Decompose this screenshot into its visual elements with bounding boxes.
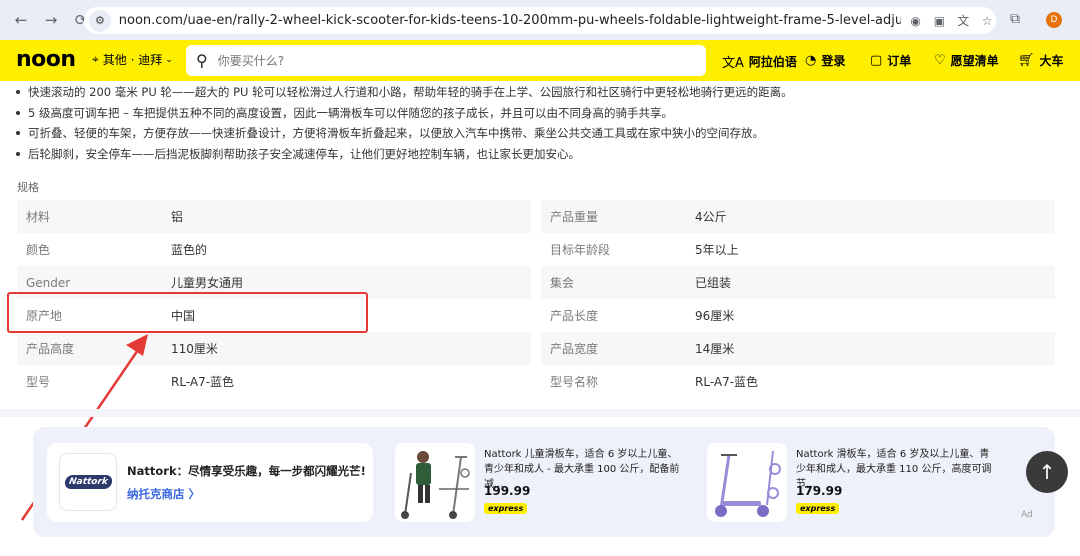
table-row: 颜色 蓝色的 <box>17 233 531 266</box>
table-row: 产品宽度 14厘米 <box>541 332 1055 365</box>
feature-list: 快速滚动的 200 毫米 PU 轮——超大的 PU 轮可以轻松滑过人行道和小路，… <box>16 82 1066 164</box>
translate-icon[interactable]: 文 <box>954 12 972 29</box>
extensions-icon[interactable]: ⧉ <box>1010 11 1020 27</box>
spec-key: 型号名称 <box>550 375 599 389</box>
language-label: 阿拉伯语 <box>748 55 797 69</box>
spec-value: RL-A7-蓝色 <box>171 375 235 389</box>
search-bar: ⚲ <box>186 45 706 76</box>
scroll-to-top-button[interactable]: ↑ <box>1026 451 1068 493</box>
ad-label: Ad <box>1021 510 1033 520</box>
section-divider <box>0 409 1080 417</box>
login-link[interactable]: ◔ 登录 <box>805 52 845 69</box>
spec-key: Gender <box>26 275 71 290</box>
login-label: 登录 <box>821 54 846 68</box>
search-input[interactable] <box>217 53 678 68</box>
table-row: 材料 铝 <box>17 200 531 233</box>
spec-key: 产品高度 <box>26 342 75 356</box>
cart-link[interactable]: 🛒︎ 大车 <box>1018 52 1064 69</box>
cart-icon: 🛒︎ <box>1018 53 1035 68</box>
spec-value: 14厘米 <box>695 342 735 356</box>
wishlist-label: 愿望清单 <box>950 54 999 68</box>
spec-key: 型号 <box>26 375 51 389</box>
spec-value: 4公斤 <box>695 210 727 224</box>
spec-key: 材料 <box>26 210 51 224</box>
browser-toolbar: ← → ⟳ ⚙ noon.com/uae-en/rally-2-wheel-ki… <box>0 0 1080 40</box>
list-item: 可折叠、轻便的车架，方便存放——快速折叠设计，方便将滑板车折叠起来，以便放入汽车… <box>16 123 1066 144</box>
product-price: 179.99 <box>796 484 843 498</box>
location-pin-icon: ⌖ <box>92 52 99 66</box>
brand-card[interactable]: Nattork Nattork：尽情享受乐趣，每一步都闪耀光芒! 纳托克商店 〉 <box>47 443 373 522</box>
spec-value: 儿童男女通用 <box>171 276 244 290</box>
table-row: 集会 已组装 <box>541 266 1055 299</box>
chevron-down-icon: ⌄ <box>165 54 173 65</box>
express-badge: express <box>484 503 528 514</box>
cart-label: 大车 <box>1039 54 1064 68</box>
product-image[interactable] <box>707 443 787 522</box>
specs-table-right: 产品重量 4公斤 目标年龄段 5年以上 集会 已组装 产品长度 96厘米 产品宽度 14厘… <box>541 200 1055 398</box>
spec-key: 目标年龄段 <box>550 243 611 257</box>
bookmark-star-icon[interactable]: ☆ <box>978 14 996 28</box>
orders-label: 订单 <box>887 54 912 68</box>
product-price: 199.99 <box>484 484 531 498</box>
site-header: noon ⌖ 其他 · 迪拜 ⌄ ⚲ 文A 阿拉伯语 ◔ 登录 ▢ 订单 ♡ 愿… <box>0 40 1080 81</box>
wishlist-link[interactable]: ♡ 愿望清单 <box>934 52 999 69</box>
spec-value: 铝 <box>171 210 184 224</box>
search-icon[interactable]: ⚲ <box>196 51 208 70</box>
list-item: 5 级高度可调车把 – 车把提供五种不同的高度设置，因此一辆滑板车可以伴随您的孩… <box>16 103 1066 124</box>
table-row: 型号名称 RL-A7-蓝色 <box>541 365 1055 398</box>
sponsored-ad-banner: Nattork Nattork：尽情享受乐趣，每一步都闪耀光芒! 纳托克商店 〉… <box>33 427 1055 537</box>
table-row: 产品高度 110厘米 <box>17 332 531 365</box>
ad-product-card[interactable]: Nattork 滑板车，适合 6 岁及以上儿童、青少年和成人，最大承重 110 … <box>707 443 1003 522</box>
express-badge: express <box>796 503 840 514</box>
spec-key: 集会 <box>550 276 575 290</box>
heart-icon: ♡ <box>934 53 946 68</box>
location-label: 其他 · 迪拜 <box>102 53 163 67</box>
table-row: 产品重量 4公斤 <box>541 200 1055 233</box>
brand-store-link[interactable]: 纳托克商店 〉 <box>127 486 200 502</box>
location-icon[interactable]: ◉ <box>907 14 925 28</box>
annotation-highlight-box <box>7 292 368 333</box>
spec-value: RL-A7-蓝色 <box>695 375 759 389</box>
orders-link[interactable]: ▢ 订单 <box>870 52 911 69</box>
spec-key: 产品长度 <box>550 309 599 323</box>
spec-value: 5年以上 <box>695 243 739 257</box>
noon-logo[interactable]: noon <box>16 47 76 72</box>
url-text[interactable]: noon.com/uae-en/rally-2-wheel-kick-scoot… <box>119 13 901 28</box>
spec-key: 颜色 <box>26 243 51 257</box>
arrow-up-icon: ↑ <box>1038 460 1056 484</box>
profile-avatar[interactable]: D <box>1046 12 1062 28</box>
spec-value: 蓝色的 <box>171 243 208 257</box>
spec-key: 产品宽度 <box>550 342 599 356</box>
table-row: 目标年龄段 5年以上 <box>541 233 1055 266</box>
site-settings-icon[interactable]: ⚙ <box>89 9 111 32</box>
brand-tagline: Nattork：尽情享受乐趣，每一步都闪耀光芒! <box>127 464 366 478</box>
back-icon[interactable]: ← <box>12 11 30 29</box>
orders-icon: ▢ <box>870 53 883 68</box>
spec-value: 110厘米 <box>171 342 218 356</box>
user-icon: ◔ <box>805 53 817 68</box>
spec-key: 产品重量 <box>550 210 599 224</box>
table-row: 产品长度 96厘米 <box>541 299 1055 332</box>
specs-title: 规格 <box>17 181 39 194</box>
language-switch[interactable]: 文A 阿拉伯语 <box>722 52 797 71</box>
spec-value: 96厘米 <box>695 309 735 323</box>
forward-icon[interactable]: → <box>42 11 60 29</box>
product-image[interactable] <box>395 443 475 522</box>
list-item: 后轮脚刹，安全停车——后挡泥板脚刹帮助孩子安全减速停车，让他们更好地控制车辆，也… <box>16 144 1066 165</box>
brand-logo-text: Nattork <box>63 475 113 489</box>
translate-icon: 文A <box>722 56 744 71</box>
ad-product-card[interactable]: Nattork 儿童滑板车，适合 6 岁以上儿童、青少年和成人 - 最大承重 1… <box>395 443 691 522</box>
spec-value: 已组装 <box>695 276 732 290</box>
lens-icon[interactable]: ▣ <box>931 14 949 28</box>
brand-logo[interactable]: Nattork <box>59 453 117 511</box>
list-item: 快速滚动的 200 毫米 PU 轮——超大的 PU 轮可以轻松滑过人行道和小路，… <box>16 82 1066 103</box>
table-row: 型号 RL-A7-蓝色 <box>17 365 531 398</box>
location-selector[interactable]: ⌖ 其他 · 迪拜 ⌄ <box>92 51 173 68</box>
address-bar[interactable]: ⚙ noon.com/uae-en/rally-2-wheel-kick-sco… <box>84 7 996 34</box>
